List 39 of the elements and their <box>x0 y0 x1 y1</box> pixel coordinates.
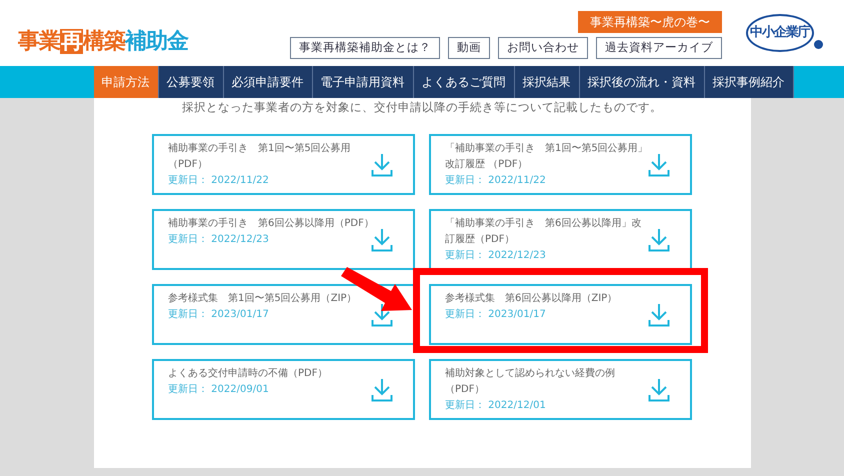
header-link[interactable]: 動画 <box>448 37 490 59</box>
updated-date: 更新日： 2022/12/23 <box>445 248 547 264</box>
updated-date: 更新日： 2023/01/17 <box>445 308 547 322</box>
document-title: 補助対象として認められない経費の例（PDF） <box>445 366 616 398</box>
download-icon <box>371 378 393 402</box>
document-title: 補助事業の手引き 第6回公募以降用（PDF） <box>168 216 374 232</box>
header-link[interactable]: お問い合わせ <box>498 37 588 59</box>
document-title: 「補助事業の手引き 第1回〜第5回公募用」改訂履歴 （PDF） <box>445 142 649 172</box>
updated-date: 更新日： 2022/11/22 <box>168 174 270 188</box>
document-title: よくある交付申請時の不備（PDF） <box>168 366 328 382</box>
document-title: 「補助事業の手引き 第6回公募以降用」改訂履歴（PDF） <box>445 216 642 248</box>
document-card[interactable]: 補助事業の手引き 第1回〜第5回公募用（PDF） 更新日： 2022/11/22 <box>152 134 415 196</box>
logo-dot <box>814 40 823 49</box>
download-icon <box>648 378 670 402</box>
header-link[interactable]: 過去資料アーカイブ <box>596 37 722 59</box>
document-title: 参考様式集 第6回公募以降用（ZIP） <box>445 292 618 306</box>
download-icon <box>371 303 393 328</box>
download-icon <box>648 153 670 178</box>
download-icon <box>648 228 670 252</box>
updated-date: 更新日： 2022/12/01 <box>445 398 547 414</box>
download-icon <box>648 303 670 328</box>
updated-date: 更新日： 2022/09/01 <box>168 382 270 398</box>
document-card[interactable]: 参考様式集 第6回公募以降用（ZIP） 更新日： 2023/01/17 <box>429 284 692 346</box>
agency-logo[interactable]: 中小企業庁 <box>746 14 814 52</box>
document-card[interactable]: よくある交付申請時の不備（PDF） 更新日： 2022/09/01 <box>152 359 415 420</box>
updated-date: 更新日： 2022/12/23 <box>168 232 270 248</box>
document-card[interactable]: 補助事業の手引き 第6回公募以降用（PDF） 更新日： 2022/12/23 <box>152 209 415 270</box>
download-icon <box>371 228 393 252</box>
document-title: 参考様式集 第1回〜第5回公募用（ZIP） <box>168 292 358 306</box>
document-card[interactable]: 「補助事業の手引き 第1回〜第5回公募用」改訂履歴 （PDF） 更新日： 2022/11/22 <box>429 134 692 196</box>
updated-date: 更新日： 2022/11/22 <box>445 174 547 188</box>
document-card[interactable]: 参考様式集 第1回〜第5回公募用（ZIP） 更新日： 2023/01/17 <box>152 284 415 346</box>
document-card[interactable]: 補助対象として認められない経費の例（PDF） 更新日： 2022/12/01 <box>429 359 692 420</box>
document-card[interactable]: 「補助事業の手引き 第6回公募以降用」改訂履歴（PDF） 更新日： 2022/12/23 <box>429 209 692 270</box>
updated-date: 更新日： 2023/01/17 <box>168 308 270 322</box>
intro-text: 採択となった事業者の方を対象に、交付申請以降の手続き等について記載したものです。 <box>182 99 662 116</box>
download-icon <box>371 153 393 178</box>
header-link[interactable]: 事業再構築補助金とは？ <box>290 37 440 59</box>
document-title: 補助事業の手引き 第1回〜第5回公募用（PDF） <box>168 142 352 172</box>
